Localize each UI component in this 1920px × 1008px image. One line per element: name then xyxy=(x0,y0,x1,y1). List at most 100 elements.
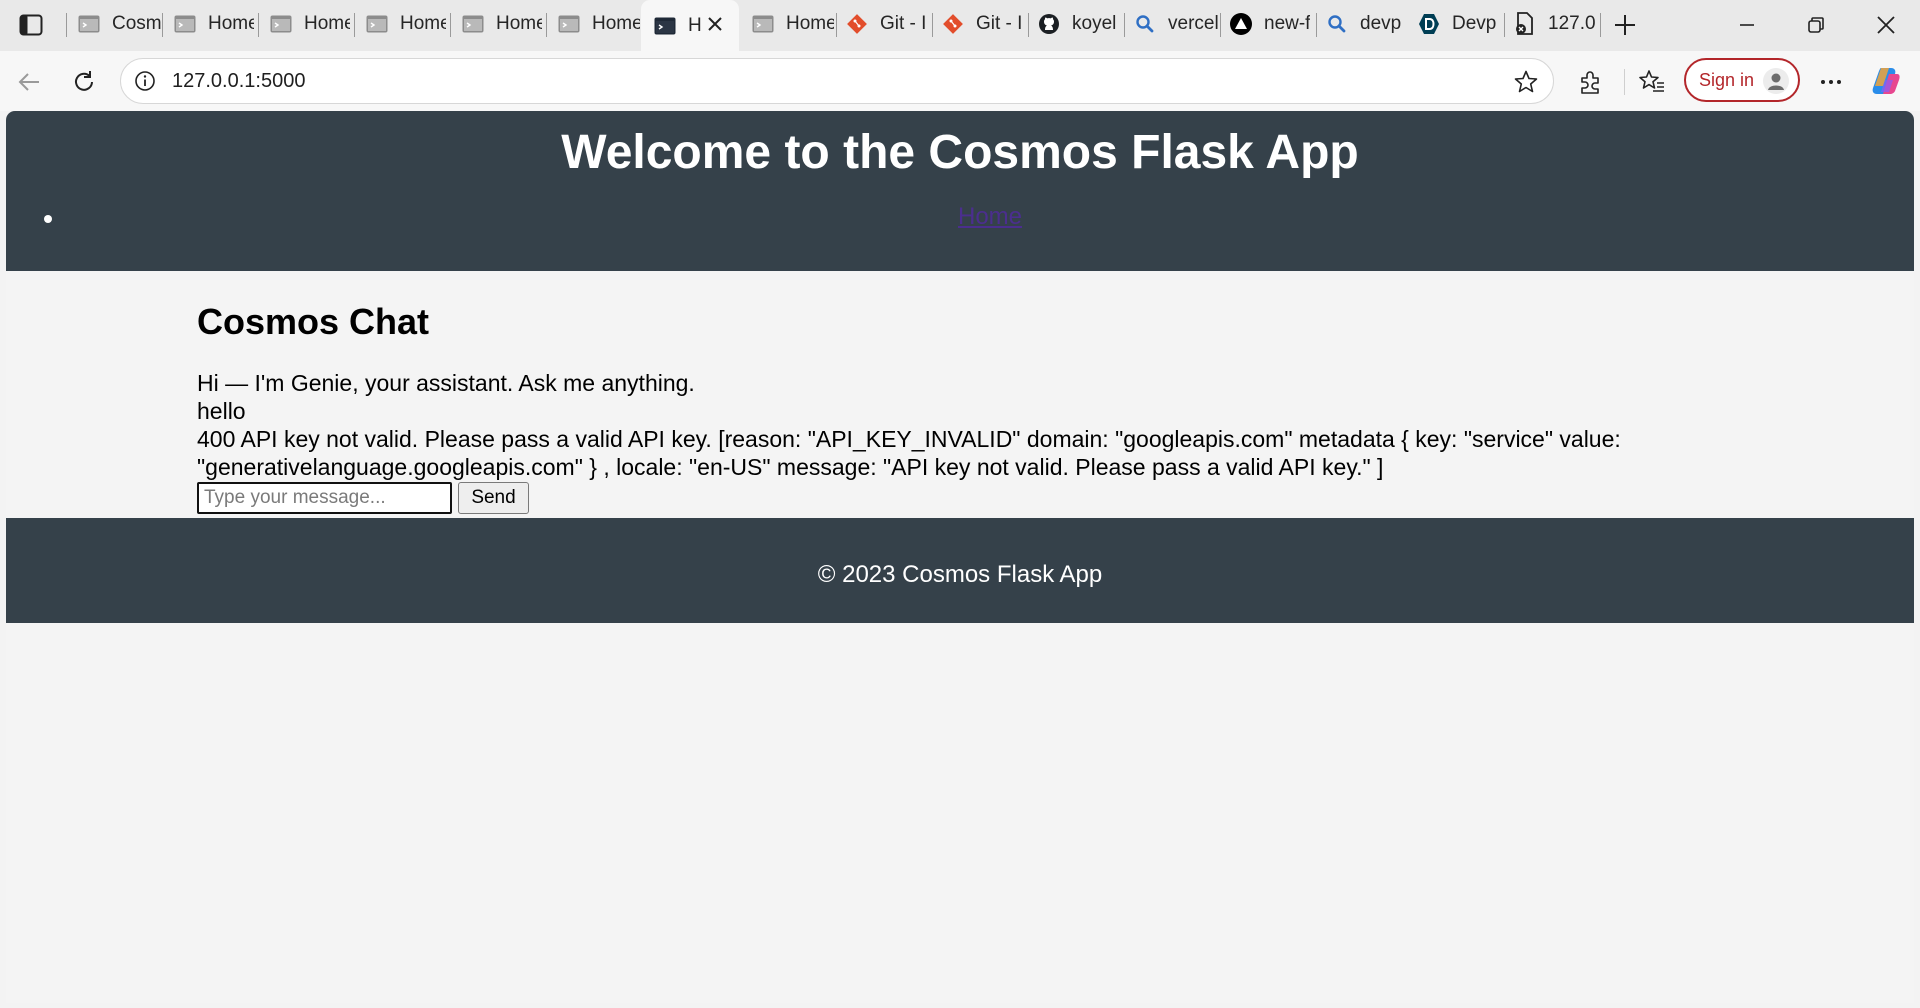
browser-tab[interactable]: Cosm xyxy=(78,7,162,41)
browser-tab[interactable]: devp xyxy=(1326,7,1410,41)
restore-button[interactable] xyxy=(1803,12,1829,38)
tab-strip: Cosm Home Home Home Home Home H Home Git… xyxy=(0,0,1920,51)
favorites-list-icon xyxy=(1639,70,1664,92)
browser-tab[interactable]: Home xyxy=(558,7,640,41)
page-title: Welcome to the Cosmos Flask App xyxy=(561,126,1359,179)
restore-icon xyxy=(1808,17,1824,33)
tab-title: new-f xyxy=(1264,13,1311,34)
site-footer: © 2023 Cosmos Flask App xyxy=(6,518,1914,623)
tab-separator xyxy=(1504,13,1505,37)
github-icon xyxy=(1038,13,1060,35)
browser-tab[interactable]: Git - I xyxy=(846,7,928,41)
address-bar[interactable]: 127.0.0.1:5000 xyxy=(120,58,1554,104)
puzzle-icon xyxy=(1581,71,1599,94)
chat-messages: Hi — I'm Genie, your assistant. Ask me a… xyxy=(197,369,1757,481)
terminal-icon xyxy=(174,13,196,35)
info-icon[interactable] xyxy=(133,69,157,93)
tab-title: devp xyxy=(1360,13,1402,34)
tab-separator xyxy=(162,13,163,37)
tab-title: Home xyxy=(208,13,254,34)
chat-message-assistant: Hi — I'm Genie, your assistant. Ask me a… xyxy=(197,370,695,396)
refresh-button[interactable] xyxy=(69,67,99,97)
tab-title: Home xyxy=(592,13,640,34)
plus-icon xyxy=(1615,15,1635,35)
sign-in-label: Sign in xyxy=(1699,69,1755,90)
tab-separator xyxy=(546,13,547,37)
terminal-icon xyxy=(752,13,774,35)
browser-tab[interactable]: Home xyxy=(174,7,254,41)
browser-tab[interactable]: Home xyxy=(752,7,834,41)
git-icon xyxy=(846,13,868,35)
search-icon xyxy=(1326,13,1348,35)
send-button[interactable]: Send xyxy=(458,482,529,514)
tab-title: Devp xyxy=(1452,13,1497,34)
tab-title: Home xyxy=(304,13,350,34)
site-header: Welcome to the Cosmos Flask App Home xyxy=(6,111,1914,271)
tab-separator xyxy=(1124,13,1125,37)
footer-text: © 2023 Cosmos Flask App xyxy=(817,561,1103,588)
chat-message-error: 400 API key not valid. Please pass a val… xyxy=(197,426,1621,480)
back-button[interactable] xyxy=(14,67,44,97)
tab-title: Git - I xyxy=(976,13,1023,34)
tab-separator xyxy=(932,13,933,37)
new-tab-button[interactable] xyxy=(1612,12,1638,38)
terminal-icon xyxy=(462,13,484,35)
tab-separator xyxy=(836,13,837,37)
close-window-button[interactable] xyxy=(1873,12,1899,38)
favorite-star-icon[interactable] xyxy=(1513,69,1539,95)
tab-title: Home xyxy=(400,13,446,34)
devpost-icon xyxy=(1418,13,1440,35)
tab-title: H xyxy=(688,14,702,36)
browser-tab[interactable]: Home xyxy=(270,7,350,41)
page-error-icon xyxy=(1514,12,1536,35)
arrow-left-icon xyxy=(18,73,39,91)
close-icon xyxy=(1877,16,1895,34)
tab-actions-button[interactable] xyxy=(14,10,48,40)
message-input[interactable] xyxy=(197,482,452,514)
terminal-icon xyxy=(558,13,580,35)
terminal-icon xyxy=(78,13,100,35)
copilot-icon xyxy=(1872,68,1900,94)
browser-tab[interactable]: vercel xyxy=(1134,7,1218,41)
sign-in-button[interactable]: Sign in xyxy=(1684,58,1800,102)
copilot-button[interactable] xyxy=(1868,63,1904,99)
nav-bullet xyxy=(44,215,52,223)
address-url[interactable]: 127.0.0.1:5000 xyxy=(172,70,305,93)
vercel-icon xyxy=(1230,13,1252,35)
browser-toolbar: 127.0.0.1:5000 Sign in xyxy=(0,51,1920,111)
favorites-button[interactable] xyxy=(1637,67,1667,97)
tab-title: vercel xyxy=(1168,13,1218,34)
nav-link-home[interactable]: Home xyxy=(958,203,1022,231)
tab-actions-icon xyxy=(19,14,43,36)
close-tab-icon[interactable] xyxy=(705,14,725,34)
browser-tab[interactable]: new-f xyxy=(1230,7,1314,41)
extensions-button[interactable] xyxy=(1576,67,1606,97)
tab-separator xyxy=(354,13,355,37)
terminal-icon xyxy=(366,13,388,35)
page-viewport: Welcome to the Cosmos Flask App Home Cos… xyxy=(6,111,1914,1003)
tab-separator xyxy=(66,13,67,37)
browser-tab[interactable]: koyel xyxy=(1038,7,1122,41)
browser-tab[interactable]: Devp xyxy=(1418,7,1502,41)
toolbar-divider xyxy=(1624,69,1625,95)
tab-separator xyxy=(1316,13,1317,37)
browser-tab[interactable]: Home xyxy=(366,7,446,41)
more-options-button[interactable] xyxy=(1816,67,1846,97)
tab-title: Git - I xyxy=(880,13,927,34)
chat-form: Send xyxy=(197,482,1757,514)
browser-tab[interactable]: 127.0 xyxy=(1514,7,1598,41)
tab-separator xyxy=(1600,13,1601,37)
terminal-icon xyxy=(654,15,676,37)
person-icon xyxy=(1768,73,1784,90)
tab-separator xyxy=(1220,13,1221,37)
chat-heading: Cosmos Chat xyxy=(197,301,430,342)
chat-message-user: hello xyxy=(197,398,246,424)
tab-separator xyxy=(450,13,451,37)
terminal-icon xyxy=(270,13,292,35)
browser-tab[interactable]: Home xyxy=(462,7,542,41)
browser-tab-active[interactable]: H xyxy=(641,0,739,51)
browser-tab[interactable]: Git - I xyxy=(942,7,1024,41)
minimize-button[interactable] xyxy=(1734,12,1760,38)
git-icon xyxy=(942,13,964,35)
tab-title: 127.0 xyxy=(1548,13,1596,34)
